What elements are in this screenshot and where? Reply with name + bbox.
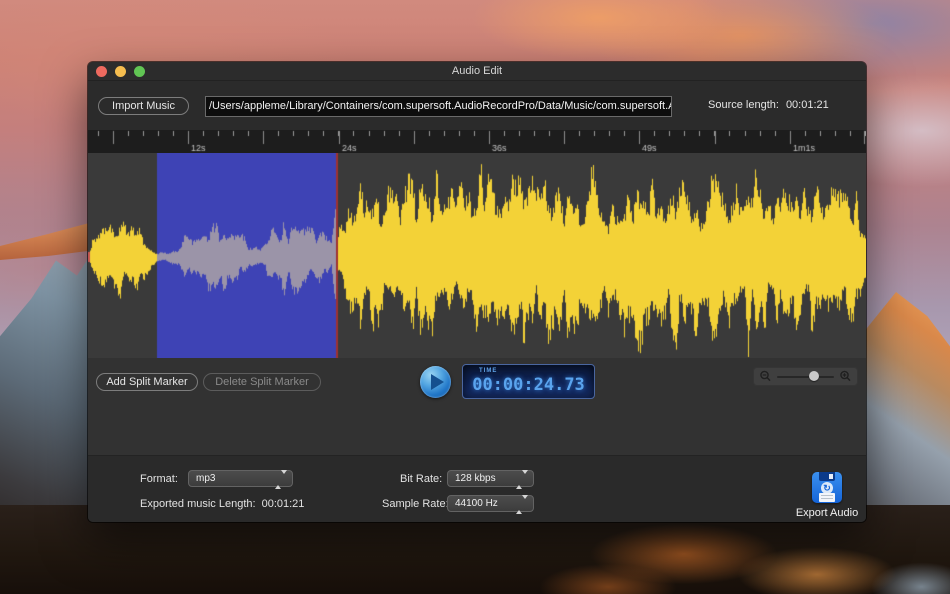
- audio-edit-window: Audio Edit Import Music /Users/appleme/L…: [88, 62, 866, 522]
- zoom-in-icon[interactable]: [839, 370, 852, 383]
- floppy-label: [819, 493, 835, 502]
- timeline-ruler[interactable]: [88, 130, 866, 153]
- time-display-value: 00:00:24.73: [463, 375, 594, 395]
- stepper-arrows-icon: [516, 499, 528, 510]
- titlebar[interactable]: Audio Edit: [88, 62, 866, 81]
- delete-split-marker-button[interactable]: Delete Split Marker: [203, 373, 321, 391]
- exported-length: Exported music Length: 00:01:21: [140, 498, 304, 510]
- play-button[interactable]: [420, 366, 451, 398]
- add-split-marker-button[interactable]: Add Split Marker: [96, 373, 198, 391]
- zoom-out-icon[interactable]: [759, 370, 772, 383]
- time-display-caption: TIME: [479, 368, 497, 374]
- bitrate-select[interactable]: 128 kbps: [447, 470, 534, 487]
- source-length-value: 00:01:21: [786, 99, 829, 111]
- bitrate-value: 128 kbps: [455, 473, 496, 484]
- samplerate-select[interactable]: 44100 Hz: [447, 495, 534, 512]
- samplerate-value: 44100 Hz: [455, 498, 498, 509]
- floppy-shutter: [819, 472, 835, 481]
- format-label: Format:: [140, 473, 178, 485]
- stepper-arrows-icon: [516, 474, 528, 485]
- window-title: Audio Edit: [88, 65, 866, 77]
- controls-section: Add Split Marker Delete Split Marker TIM…: [88, 358, 866, 455]
- export-audio-button[interactable]: ↻ Export Audio: [788, 472, 866, 519]
- waveform-canvas[interactable]: [88, 153, 866, 358]
- exported-length-value: 00:01:21: [262, 498, 305, 510]
- source-length: Source length: 00:01:21: [708, 99, 829, 111]
- export-audio-label: Export Audio: [788, 507, 866, 519]
- export-section: Format: mp3 Bit Rate: 128 kbps Exported …: [88, 455, 866, 522]
- source-length-label: Source length:: [708, 99, 779, 111]
- desktop: Audio Edit Import Music /Users/appleme/L…: [0, 0, 950, 594]
- floppy-disk-icon: ↻: [812, 472, 842, 503]
- samplerate-label: Sample Rate:: [382, 498, 449, 510]
- stepper-arrows-icon: [275, 474, 287, 485]
- zoom-slider-track[interactable]: [777, 376, 834, 378]
- import-music-button[interactable]: Import Music: [98, 97, 189, 115]
- play-icon: [431, 374, 444, 390]
- waveform-area[interactable]: [88, 153, 866, 358]
- toolbar: Import Music /Users/appleme/Library/Cont…: [88, 81, 866, 130]
- format-value: mp3: [196, 473, 215, 484]
- zoom-control: [753, 367, 858, 386]
- format-select[interactable]: mp3: [188, 470, 293, 487]
- zoom-slider-thumb[interactable]: [809, 371, 819, 381]
- file-path-field[interactable]: /Users/appleme/Library/Containers/com.su…: [205, 96, 672, 117]
- exported-length-label: Exported music Length:: [140, 498, 256, 510]
- bitrate-label: Bit Rate:: [400, 473, 442, 485]
- time-display: TIME 00:00:24.73: [462, 364, 595, 399]
